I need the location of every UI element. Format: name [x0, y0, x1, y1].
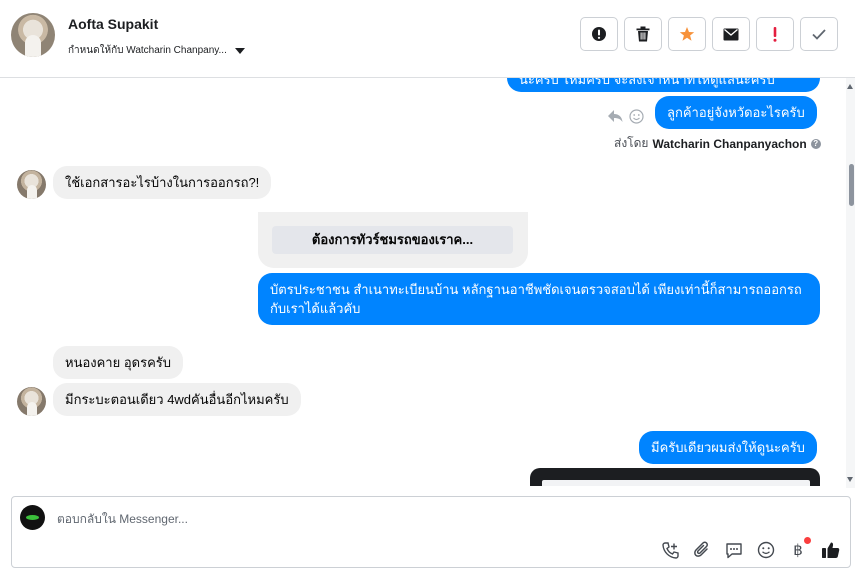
assign-label: กำหนดให้กับ Watcharin Chanpany...: [68, 45, 227, 56]
quick-reply-card: ต้องการทัวร์ชมรถของเราค...: [258, 212, 528, 268]
message-thread: นะครับ ไหมครับ จะส่งเจ้าหน้าที่ให้ดูแลนะ…: [0, 78, 849, 486]
card-button[interactable]: ต้องการทัวร์ชมรถของเราค...: [272, 226, 513, 254]
exclamation-icon: [773, 26, 777, 42]
reply-composer: ฿: [11, 496, 851, 568]
paperclip-icon: [694, 541, 708, 557]
reply-icon[interactable]: [607, 109, 623, 123]
smile-icon: [757, 541, 775, 559]
trash-icon: [636, 26, 650, 42]
star-button[interactable]: [668, 17, 706, 51]
attach-button[interactable]: [692, 539, 712, 561]
outgoing-message[interactable]: มีครับเดียวผมส่งให้ดูนะครับ: [639, 431, 817, 464]
composer-tools: ฿: [660, 537, 840, 561]
emoji-button[interactable]: [756, 539, 776, 561]
incoming-message[interactable]: ใช้เอกสารอะไรบ้างในการออกรถ?!: [53, 166, 272, 199]
image-attachment-preview[interactable]: [530, 468, 820, 486]
baht-icon: ฿: [793, 541, 803, 559]
phone-plus-icon: [661, 541, 679, 559]
sent-by-name: Watcharin Chanpanyachon: [652, 136, 807, 151]
call-button[interactable]: [660, 539, 680, 561]
outgoing-message[interactable]: บัตรประชาชน สำเนาทะเบียนบ้าน หลักฐานอาชี…: [258, 273, 820, 325]
payment-button[interactable]: ฿: [788, 537, 811, 561]
follow-up-button[interactable]: [756, 17, 794, 51]
contact-avatar-small: [17, 387, 46, 416]
messenger-conversation: Aofta Supakit กำหนดให้กับ Watcharin Chan…: [0, 0, 855, 574]
page-avatar: [20, 505, 45, 530]
assign-dropdown[interactable]: กำหนดให้กับ Watcharin Chanpany...: [68, 43, 245, 58]
help-icon[interactable]: ?: [810, 138, 821, 149]
saved-replies-button[interactable]: [724, 539, 744, 561]
chevron-down-icon: [234, 47, 245, 54]
thumbs-up-icon: [821, 542, 839, 558]
sent-by-prefix: ส่งโดย: [614, 136, 649, 150]
chat-bubble-icon: [726, 542, 742, 558]
send-like-button[interactable]: [820, 539, 840, 561]
delete-button[interactable]: [624, 17, 662, 51]
react-smile-icon[interactable]: [629, 109, 644, 124]
reply-input[interactable]: [57, 510, 617, 528]
conversation-header: Aofta Supakit กำหนดให้กับ Watcharin Chan…: [0, 0, 855, 78]
mark-unread-button[interactable]: [712, 17, 750, 51]
incoming-message[interactable]: หนองคาย อุดรครับ: [53, 346, 183, 379]
scroll-thumb[interactable]: [849, 164, 854, 206]
notification-dot: [804, 537, 811, 544]
scroll-down-arrow[interactable]: [847, 477, 853, 482]
contact-avatar-small: [17, 170, 46, 199]
header-actions: [580, 17, 838, 51]
attachment-image: [542, 480, 810, 486]
scrollbar[interactable]: [846, 78, 855, 488]
outgoing-message[interactable]: นะครับ ไหมครับ จะส่งเจ้าหน้าที่ให้ดูแลนะ…: [507, 78, 820, 92]
sent-by-label: ส่งโดย Watcharin Chanpanyachon ?: [614, 134, 821, 153]
envelope-icon: [723, 28, 739, 40]
outgoing-message[interactable]: ลูกค้าอยู่จังหวัดอะไรครับ: [655, 96, 817, 129]
alert-circle-icon: [592, 27, 606, 41]
contact-name[interactable]: Aofta Supakit: [68, 16, 158, 32]
star-icon: [679, 27, 695, 41]
incoming-message[interactable]: มีกระบะตอนเดียว 4wdคันอื่นอีกไหมครับ: [53, 383, 301, 416]
mark-done-button[interactable]: [800, 17, 838, 51]
contact-avatar[interactable]: [11, 13, 55, 57]
mark-spam-button[interactable]: [580, 17, 618, 51]
check-icon: [812, 28, 826, 40]
scroll-up-arrow[interactable]: [847, 84, 853, 89]
